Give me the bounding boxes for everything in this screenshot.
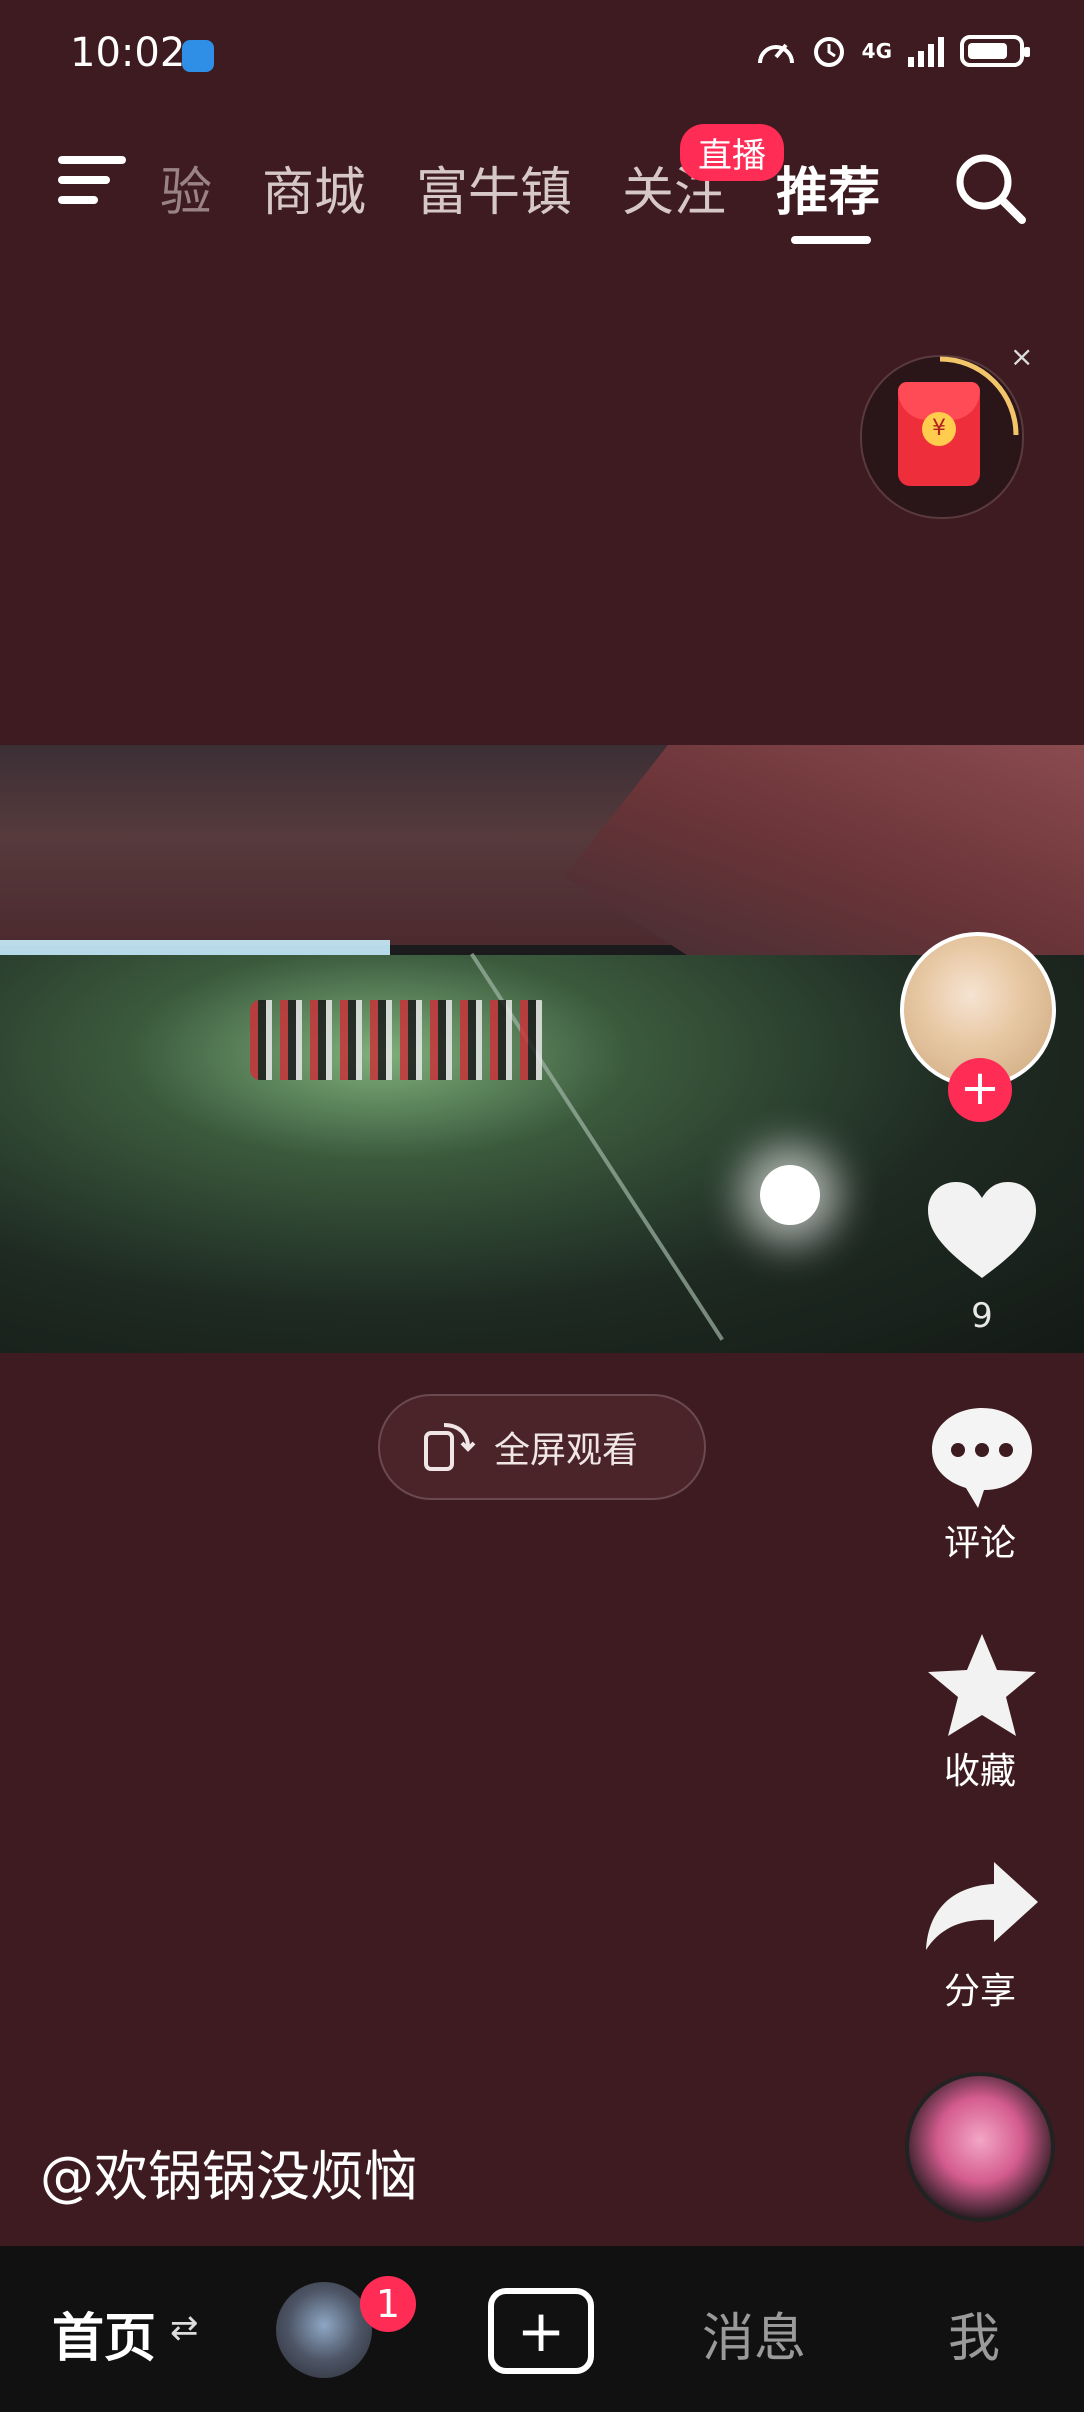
- network-label: 4G: [861, 39, 892, 63]
- tab-experience[interactable]: 验: [160, 150, 212, 225]
- alarm-icon: [813, 37, 844, 67]
- nav-messages[interactable]: 消息: [702, 2296, 806, 2371]
- notification-badge: 1: [360, 2276, 416, 2332]
- players-group: [250, 1000, 550, 1080]
- spotlight: [760, 1165, 820, 1225]
- speed-icon: [757, 43, 794, 64]
- friends-avatar[interactable]: [276, 2282, 372, 2378]
- nav-home[interactable]: 首页: [52, 2296, 156, 2371]
- rotate-phone-icon: [424, 1423, 476, 1471]
- redpack-close-button[interactable]: ×: [1010, 340, 1033, 373]
- status-icons: 4G: [756, 32, 1030, 70]
- tab-recommended[interactable]: 推荐: [776, 150, 880, 225]
- yuan-coin-icon: ¥: [922, 412, 956, 446]
- fullscreen-label: 全屏观看: [494, 1430, 639, 1471]
- signal-icon: [908, 37, 944, 67]
- search-icon[interactable]: [950, 148, 1030, 228]
- swap-icon[interactable]: ⇄: [170, 2308, 199, 2348]
- menu-icon[interactable]: [58, 150, 128, 210]
- status-time: 10:02: [70, 30, 186, 76]
- active-tab-indicator: [791, 236, 871, 244]
- follow-button[interactable]: +: [948, 1058, 1012, 1122]
- share-label: 分享: [943, 1971, 1016, 2012]
- heart-icon[interactable]: [924, 1178, 1040, 1282]
- live-badge[interactable]: 直播: [680, 124, 784, 181]
- tab-funiu-town[interactable]: 富牛镇: [416, 150, 572, 225]
- star-icon[interactable]: [924, 1630, 1040, 1740]
- tab-mall[interactable]: 商城: [262, 150, 366, 225]
- app-notification-icon: [182, 40, 214, 72]
- share-arrow-icon[interactable]: [922, 1856, 1042, 1956]
- music-disc[interactable]: [905, 2072, 1055, 2222]
- favorite-label: 收藏: [943, 1751, 1016, 1792]
- like-count: 9: [971, 1296, 993, 1336]
- nav-me[interactable]: 我: [948, 2296, 1000, 2371]
- add-button[interactable]: +: [488, 2288, 594, 2374]
- fullscreen-button[interactable]: 全屏观看: [378, 1394, 706, 1500]
- battery-icon: [960, 35, 1030, 67]
- author-name[interactable]: @欢锅锅没烦恼: [40, 2132, 418, 2211]
- comment-label: 评论: [943, 1523, 1016, 1564]
- comment-icon[interactable]: [926, 1402, 1038, 1514]
